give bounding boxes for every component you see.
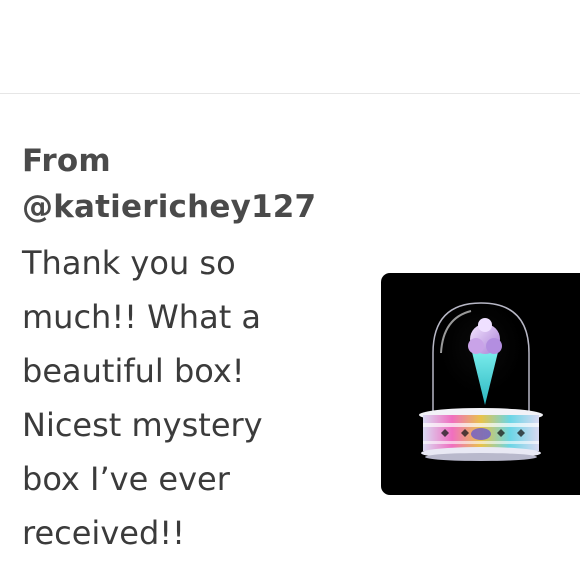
product-image[interactable] bbox=[381, 273, 580, 495]
snow-globe-ice-cream-icon bbox=[419, 302, 543, 461]
review-card: From @katierichey127 Thank you so much!!… bbox=[22, 138, 362, 560]
reviewer-username[interactable]: @katierichey127 bbox=[22, 184, 362, 230]
review-from-label: From bbox=[22, 143, 111, 179]
review-screen: From @katierichey127 Thank you so much!!… bbox=[0, 0, 580, 580]
review-message: Thank you so much!! What a beautiful box… bbox=[22, 244, 263, 552]
header-bar bbox=[0, 0, 580, 94]
